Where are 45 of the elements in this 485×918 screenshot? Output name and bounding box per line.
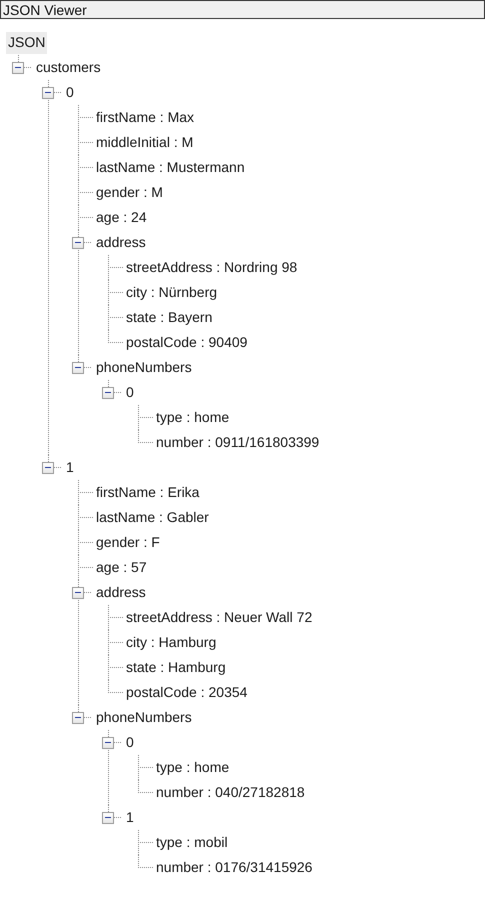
tree-item-label[interactable]: firstName : Max (96, 107, 194, 128)
collapse-toggle[interactable] (102, 386, 114, 398)
tree-item-label[interactable]: state : Bayern (126, 307, 212, 328)
tree-item-label[interactable]: customers (36, 57, 101, 78)
tree-item-label[interactable]: postalCode : 20354 (126, 682, 248, 703)
tree-item-label[interactable]: gender : F (96, 532, 160, 553)
tree-item-label[interactable]: phoneNumbers (96, 707, 192, 728)
tree-item-label[interactable]: state : Hamburg (126, 657, 226, 678)
tree-item-label[interactable]: address (96, 582, 146, 603)
tree-item-label[interactable]: type : home (156, 407, 230, 428)
tree-item-label[interactable]: postalCode : 90409 (126, 332, 248, 353)
collapse-toggle[interactable] (12, 62, 24, 74)
tree-item-label[interactable]: type : mobil (156, 832, 228, 853)
tree-item-label[interactable]: age : 24 (96, 207, 147, 228)
tree-item-label[interactable]: city : Nürnberg (126, 282, 218, 303)
window-title: JSON Viewer (3, 2, 87, 16)
collapse-toggle[interactable] (72, 586, 84, 598)
tree-item-label[interactable]: 1 (126, 807, 134, 828)
collapse-toggle[interactable] (72, 236, 84, 248)
tree-item-label[interactable]: streetAddress : Nordring 98 (126, 257, 298, 278)
tree-item-label[interactable]: firstName : Erika (96, 482, 200, 503)
tree-item-label[interactable]: 1 (66, 457, 74, 478)
collapse-toggle[interactable] (102, 736, 114, 748)
tree-item-label[interactable]: address (96, 232, 146, 253)
tree-item-label[interactable]: type : home (156, 757, 230, 778)
tree-item-label[interactable]: lastName : Mustermann (96, 157, 245, 178)
collapse-toggle[interactable] (72, 712, 84, 724)
tree-item-label[interactable]: 0 (126, 732, 134, 753)
collapse-toggle[interactable] (102, 812, 114, 824)
tree-item-label[interactable]: city : Hamburg (126, 632, 216, 653)
tree-item-label[interactable]: phoneNumbers (96, 357, 192, 378)
tree-item-label[interactable]: number : 040/27182818 (156, 782, 305, 803)
tree-item-label[interactable]: middleInitial : M (96, 132, 194, 153)
tree-root-label[interactable]: JSON (6, 32, 48, 54)
tree-item-label[interactable]: 0 (66, 82, 74, 103)
collapse-toggle[interactable] (42, 462, 54, 474)
collapse-toggle[interactable] (72, 362, 84, 374)
tree-item-label[interactable]: gender : M (96, 182, 163, 203)
collapse-toggle[interactable] (42, 86, 54, 98)
tree-item-label[interactable]: lastName : Gabler (96, 507, 209, 528)
tree-item-label[interactable]: 0 (126, 382, 134, 403)
tree-item-label[interactable]: number : 0911/161803399 (156, 432, 320, 453)
tree-item-label[interactable]: age : 57 (96, 557, 147, 578)
tree-item-label[interactable]: streetAddress : Neuer Wall 72 (126, 607, 312, 628)
tree-item-label[interactable]: number : 0176/31415926 (156, 857, 312, 878)
